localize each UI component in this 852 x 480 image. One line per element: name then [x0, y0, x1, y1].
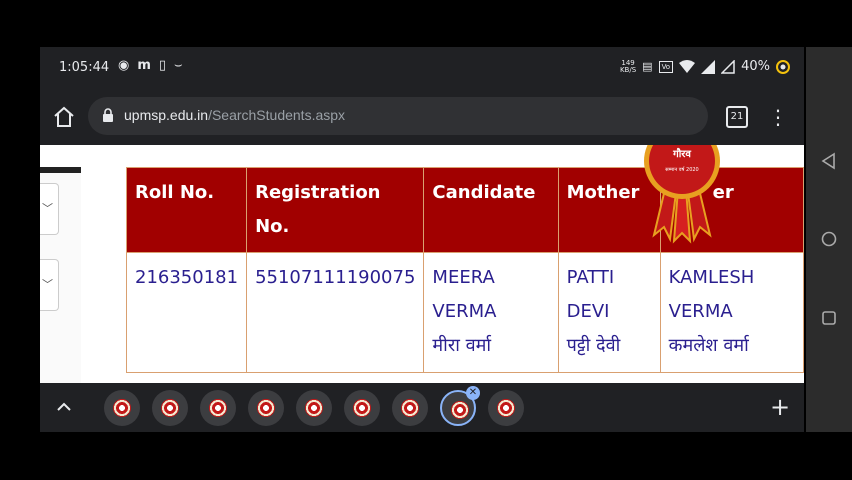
battery-saver-icon: [776, 59, 790, 74]
dropdown-2[interactable]: ﹀: [40, 259, 59, 311]
signal-icon: [701, 59, 716, 74]
chevron-up-icon[interactable]: [52, 395, 76, 419]
tab-thumbnail-active[interactable]: ✕: [440, 385, 480, 426]
url-domain: upmsp.edu.in: [124, 107, 209, 123]
url-path: /SearchStudents.aspx: [208, 107, 346, 123]
header-candidate: Candidate: [423, 167, 559, 253]
cell-registration: 55107111190075: [246, 252, 425, 373]
tab-strip: ✕: [98, 383, 754, 432]
gaurav-seal-emblem: गौरव सम्मान वर्ष 2020: [644, 145, 720, 244]
back-triangle-icon[interactable]: [819, 151, 839, 171]
cell-roll: 216350181: [125, 252, 248, 373]
header-registration: Registration No.: [246, 167, 425, 253]
tab-thumbnail[interactable]: [344, 389, 380, 426]
smile-icon: ⌣: [174, 58, 183, 73]
wifi-icon: [679, 59, 696, 73]
cell-mother: PATTI DEVI पट्टी देवी: [557, 252, 661, 373]
tab-bottom-bar: ✕ +: [40, 383, 804, 432]
cell-candidate: MEERA VERMA मीरा वर्मा: [423, 252, 559, 373]
tab-thumbnail[interactable]: [152, 389, 188, 426]
svg-text:सम्मान वर्ष 2020: सम्मान वर्ष 2020: [665, 166, 699, 173]
volte-wifi-icon: Vo: [658, 60, 674, 73]
status-bar: 1:05:44 ◉ m ▯ ⌣ 149 KB/S ▤ Vo 40%: [40, 47, 804, 89]
more-vert-icon[interactable]: ⋮: [768, 105, 788, 129]
home-icon[interactable]: [52, 105, 76, 129]
record-icon: ◉: [118, 58, 130, 73]
system-icons: 149 KB/S ▤ Vo 40%: [620, 59, 790, 74]
plus-icon[interactable]: +: [766, 393, 794, 421]
status-time: 1:05:44: [59, 60, 110, 75]
lock-icon: [103, 108, 113, 122]
net-speed: 149 KB/S: [619, 58, 637, 74]
tab-thumbnail[interactable]: [200, 389, 236, 426]
data-saver-icon: ▤: [642, 60, 653, 73]
chevron-down-icon: ﹀: [42, 202, 53, 215]
tab-thumbnail[interactable]: [248, 389, 284, 426]
chevron-down-icon: ﹀: [42, 278, 53, 291]
system-nav-bar: [806, 47, 852, 432]
tab-switcher-button[interactable]: 21: [726, 106, 748, 128]
tab-thumbnail[interactable]: [488, 389, 524, 426]
close-icon[interactable]: ✕: [466, 385, 480, 400]
m-app-icon: m: [137, 58, 151, 73]
signal-outline-icon: [721, 59, 735, 74]
url-text[interactable]: upmsp.edu.in/SearchStudents.aspx: [124, 107, 345, 123]
cell-father: KAMLESH VERMA कमलेश वर्मा: [659, 252, 804, 373]
phone-screen: 1:05:44 ◉ m ▯ ⌣ 149 KB/S ▤ Vo 40% upmsp.…: [40, 47, 804, 432]
dropdown-1[interactable]: ﹀: [40, 183, 59, 235]
home-circle-icon[interactable]: [819, 229, 839, 249]
url-field[interactable]: upmsp.edu.in/SearchStudents.aspx: [88, 97, 708, 135]
svg-text:गौरव: गौरव: [672, 147, 691, 160]
page-content: ﹀ ﹀ Roll No. Registration No. Candidate M…: [40, 145, 804, 383]
left-panel: ﹀ ﹀: [40, 173, 81, 383]
tab-thumbnail[interactable]: [104, 389, 140, 426]
recents-square-icon[interactable]: [819, 308, 839, 328]
header-roll: Roll No.: [125, 167, 248, 253]
battery-percent: 40%: [741, 59, 770, 74]
notification-icons: ◉ m ▯ ⌣: [118, 58, 183, 73]
table-row: 216350181 55107111190075 MEERA VERMA मीरा …: [125, 252, 804, 373]
phone-outline-icon: ▯: [158, 58, 167, 73]
address-bar: upmsp.edu.in/SearchStudents.aspx 21 ⋮: [40, 97, 804, 137]
tab-thumbnail[interactable]: [296, 389, 332, 426]
tab-thumbnail[interactable]: [392, 389, 428, 426]
